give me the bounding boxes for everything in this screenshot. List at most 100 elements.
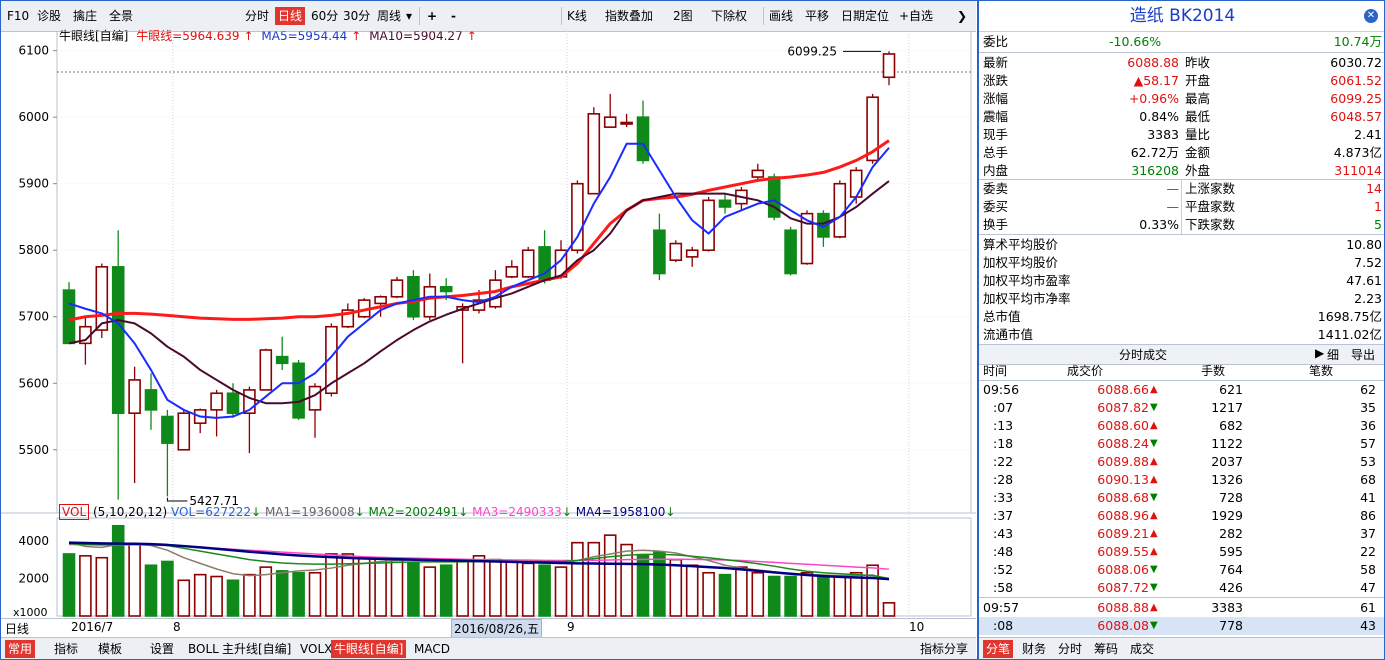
tab-chips[interactable]: 筹码 bbox=[1091, 640, 1121, 658]
tick-price: 6088.06 bbox=[1097, 562, 1149, 577]
tick-detail-button[interactable]: 细 bbox=[1327, 346, 1339, 363]
col-price: 成交价 bbox=[1067, 364, 1104, 378]
tick-row[interactable]: :22 6089.88 ▲ 2037 53 bbox=[979, 453, 1384, 471]
candle-body bbox=[308, 385, 322, 411]
tick-row[interactable]: :28 6090.13 ▲ 1326 68 bbox=[979, 471, 1384, 489]
candle-body bbox=[210, 392, 223, 411]
tab-settings[interactable]: 设置 bbox=[147, 640, 177, 658]
intraday-tab[interactable]: 分时 bbox=[245, 7, 269, 25]
tick-row[interactable]: :52 6088.06 ▼ 764 58 bbox=[979, 561, 1384, 579]
breadth-value: 1 bbox=[1374, 199, 1382, 214]
candle-body bbox=[62, 289, 76, 345]
tick-row[interactable]: :33 6088.68 ▼ 728 41 bbox=[979, 489, 1384, 507]
indicator-share-button[interactable]: 指标分享 bbox=[917, 640, 971, 658]
tick-row[interactable]: :18 6088.24 ▼ 1122 57 bbox=[979, 435, 1384, 453]
tick-trades: 36 bbox=[1360, 418, 1376, 433]
tab-ticks[interactable]: 分笔 bbox=[983, 640, 1014, 658]
tick-volume: 1929 bbox=[1211, 508, 1243, 523]
webi-label: 委比 bbox=[983, 34, 1009, 49]
tab-macd[interactable]: MACD bbox=[411, 640, 453, 658]
quote-label: 震幅 bbox=[983, 109, 1009, 124]
order-value: 0.33% bbox=[1139, 217, 1179, 232]
kline-menu[interactable]: K线 bbox=[567, 7, 587, 25]
candle-body bbox=[653, 229, 666, 275]
date-locate-button[interactable]: 日期定位 bbox=[841, 7, 889, 25]
vol-ma4: MA4=1958100 bbox=[575, 505, 666, 519]
candle-body bbox=[669, 242, 683, 261]
two-chart-menu[interactable]: 2图 bbox=[673, 7, 693, 25]
pan-button[interactable]: 平移 bbox=[805, 7, 829, 25]
vol-ma1: MA1=1936008 bbox=[264, 505, 355, 519]
volume-bar bbox=[374, 556, 387, 617]
weekly-tab[interactable]: 周线 bbox=[377, 7, 401, 25]
volume-bar bbox=[767, 575, 781, 617]
tick-trades: 43 bbox=[1360, 618, 1376, 633]
tick-volume: 778 bbox=[1219, 618, 1243, 633]
tick-row[interactable]: :08 6088.08 ▼ 778 43 bbox=[979, 617, 1384, 635]
tick-price: 6089.88 bbox=[1097, 454, 1149, 469]
tab-volx[interactable]: VOLX bbox=[297, 640, 335, 658]
tab-finance[interactable]: 财务 bbox=[1019, 640, 1049, 658]
diagnose-button[interactable]: 诊股 bbox=[37, 7, 61, 25]
f10-button[interactable]: F10 bbox=[7, 7, 29, 25]
add-watchlist-button[interactable]: +自选 bbox=[899, 7, 933, 25]
tab-templates[interactable]: 模板 bbox=[95, 640, 125, 658]
tick-row[interactable]: :37 6088.96 ▲ 1929 86 bbox=[979, 507, 1384, 525]
tab-indicators[interactable]: 指标 bbox=[51, 640, 81, 658]
volume-bar bbox=[407, 562, 420, 617]
price-tick-label: 5900 bbox=[18, 177, 49, 191]
tab-common[interactable]: 常用 bbox=[5, 640, 36, 658]
draw-line-button[interactable]: 画线 bbox=[769, 7, 793, 25]
tick-play-icon[interactable]: ▶ bbox=[1315, 346, 1324, 360]
breadth-label: 平盘家数 bbox=[1185, 199, 1236, 214]
stat-value: 2.23 bbox=[1354, 291, 1382, 306]
tick-row[interactable]: 09:56 6088.66 ▲ 621 62 bbox=[979, 381, 1384, 399]
qinzhuang-button[interactable]: 擒庄 bbox=[73, 7, 97, 25]
candle-body bbox=[882, 53, 896, 79]
col-time: 时间 bbox=[983, 364, 1008, 378]
tick-row[interactable]: :58 6087.72 ▼ 426 47 bbox=[979, 579, 1384, 597]
60min-tab[interactable]: 60分 bbox=[311, 7, 338, 25]
ex-rights-menu[interactable]: 下除权 bbox=[711, 7, 747, 25]
kline-chart[interactable]: 61006000590058005700560055006099.255427.… bbox=[1, 31, 976, 637]
zoom-in-button[interactable]: + bbox=[427, 7, 437, 25]
tab-boll[interactable]: BOLL bbox=[185, 640, 222, 658]
tick-row[interactable]: :48 6089.55 ▲ 595 22 bbox=[979, 543, 1384, 561]
daily-tab[interactable]: 日线 bbox=[275, 7, 306, 25]
volume-bar bbox=[538, 564, 551, 617]
tick-trades: 61 bbox=[1360, 600, 1376, 615]
tick-row[interactable]: :43 6089.21 ▲ 282 37 bbox=[979, 525, 1384, 543]
tick-title: 分时成交 bbox=[1119, 348, 1168, 362]
stat-label: 总市值 bbox=[983, 309, 1021, 324]
vol-selector[interactable]: VOL bbox=[59, 504, 90, 520]
panorama-button[interactable]: 全景 bbox=[109, 7, 133, 25]
tab-main-rise[interactable]: 主升线[自编] bbox=[219, 640, 294, 658]
index-overlay-menu[interactable]: 指数叠加 bbox=[605, 7, 653, 25]
collapse-panel-icon[interactable]: ❯ bbox=[957, 7, 967, 25]
tab-bull-eye[interactable]: 牛眼线[自编] bbox=[331, 640, 407, 658]
period-dropdown-icon[interactable]: ▾ bbox=[406, 7, 412, 25]
tick-volume: 764 bbox=[1219, 562, 1243, 577]
candle-body bbox=[128, 379, 141, 414]
quote-label: 现手 bbox=[983, 127, 1009, 142]
stat-value: 7.52 bbox=[1354, 255, 1382, 270]
tick-row[interactable]: :07 6087.82 ▼ 1217 35 bbox=[979, 399, 1384, 417]
candle-body bbox=[95, 266, 109, 331]
stat-label: 加权平均股价 bbox=[983, 255, 1059, 270]
tab-deals[interactable]: 成交 bbox=[1127, 640, 1157, 658]
tick-volume: 3383 bbox=[1211, 600, 1243, 615]
candle-body bbox=[390, 279, 404, 298]
close-icon[interactable]: ✕ bbox=[1364, 9, 1378, 23]
30min-tab[interactable]: 30分 bbox=[343, 7, 370, 25]
price-tick-label: 6100 bbox=[18, 44, 49, 58]
zoom-out-button[interactable]: - bbox=[451, 7, 456, 25]
tick-export-button[interactable]: 导出 bbox=[1351, 346, 1375, 363]
volume-tick-label: 4000 bbox=[18, 534, 49, 548]
volume-bar bbox=[111, 524, 125, 617]
quote-label: 最新 bbox=[983, 55, 1009, 70]
tab-intraday[interactable]: 分时 bbox=[1055, 640, 1085, 658]
tick-row[interactable]: :13 6088.60 ▲ 682 36 bbox=[979, 417, 1384, 435]
tick-volume: 426 bbox=[1219, 580, 1243, 595]
period-label[interactable]: 日线 bbox=[5, 620, 29, 637]
tick-row[interactable]: 09:57 6088.88 ▲ 3383 61 bbox=[979, 599, 1384, 617]
